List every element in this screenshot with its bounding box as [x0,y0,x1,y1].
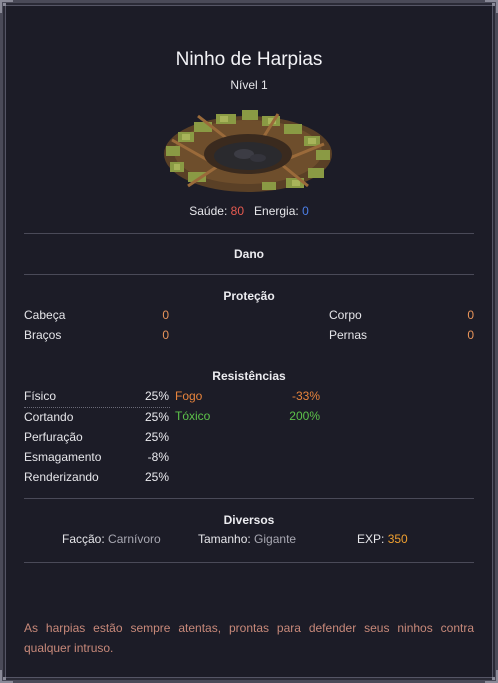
resistance-crushing-value: -8% [147,450,169,464]
protection-legs-label: Pernas [329,328,368,342]
resistance-piercing-label: Perfuração [24,430,83,444]
resistance-crushing-label: Esmagamento [24,450,102,464]
corner-ornament-icon [0,0,14,14]
divider [24,274,474,275]
resistance-physical-value: 25% [144,389,169,403]
exp-value: 350 [387,532,408,546]
corner-ornament-icon [484,669,498,683]
resistance-toxic-label: Tóxico [175,409,211,423]
resistance-rending-label: Renderizando [24,470,99,484]
resistance-piercing-value: 25% [144,430,169,444]
faction-info: Facção: Carnívoro [62,532,161,546]
faction-value: Carnívoro [108,532,161,546]
protection-body-value: 0 [467,308,474,322]
resistance-cutting-label: Cortando [24,410,74,424]
size-label: Tamanho: [198,532,251,546]
corner-ornament-icon [0,669,14,683]
damage-section-title: Dano [234,247,264,261]
protection-arms-label: Braços [24,328,62,342]
corner-ornament-icon [484,0,498,14]
protection-arms-value: 0 [162,328,169,342]
creature-level: Nível 1 [230,78,268,92]
protection-body-label: Corpo [329,308,362,322]
exp-info: EXP: 350 [357,532,408,546]
size-value: Gigante [254,532,297,546]
protection-head-value: 0 [162,308,169,322]
resistance-rending-value: 25% [144,470,169,484]
energy-value: 0 [302,204,309,218]
vitals-line: Saúde: 80 Energia: 0 [0,204,498,218]
resistance-fire-label: Fogo [175,389,203,403]
divider [24,498,474,499]
resistances-section-title: Resistências [212,369,286,383]
divider [24,233,474,234]
resistance-toxic-value: 200% [289,409,320,423]
protection-section-title: Proteção [223,289,275,303]
harpy-nest-image [158,96,338,200]
divider [24,407,170,408]
faction-label: Facção: [62,532,105,546]
exp-label: EXP: [357,532,385,546]
protection-legs-value: 0 [467,328,474,342]
creature-name: Ninho de Harpias [175,49,323,70]
health-value: 80 [230,204,244,218]
divider [24,562,474,563]
health-label: Saúde: [189,204,228,218]
resistance-fire-value: -33% [291,389,320,403]
resistance-cutting-value: 25% [144,410,169,424]
energy-label: Energia: [254,204,299,218]
size-info: Tamanho: Gigante [198,532,296,546]
misc-section-title: Diversos [223,513,275,527]
creature-description: As harpias estão sempre atentas, prontas… [24,621,474,655]
protection-head-label: Cabeça [24,308,66,322]
resistance-physical-label: Físico [24,389,57,403]
